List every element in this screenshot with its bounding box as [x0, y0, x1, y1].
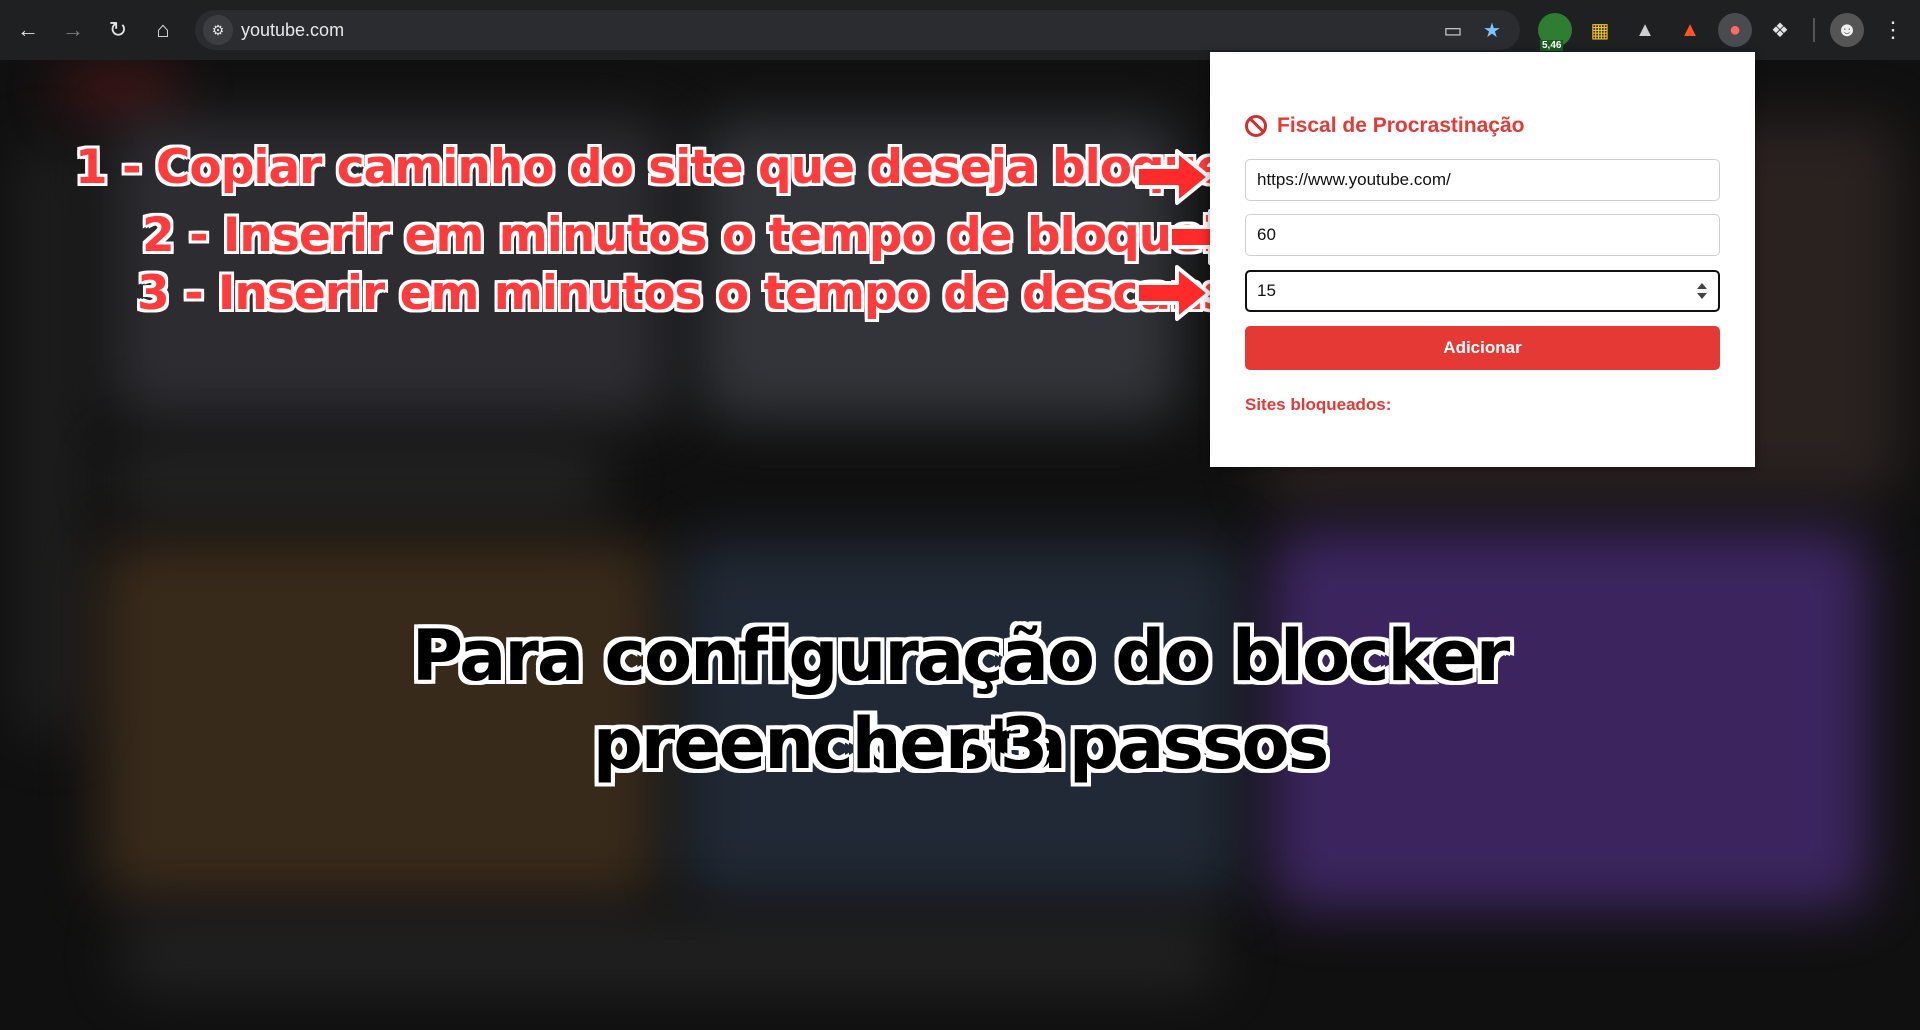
home-icon[interactable]: ⌂ [145, 12, 181, 48]
blurred-sidebar [20, 140, 80, 740]
blurred-video-title [120, 920, 1220, 990]
bookmark-star-icon[interactable]: ★ [1478, 16, 1506, 44]
headline-line-2: preencher 3 passos [592, 703, 1330, 785]
step-3-annotation: 3 - Inserir em minutos o tempo de descan… [137, 266, 1262, 321]
browser-toolbar: ← → ↻ ⌂ ⚙ youtube.com ▭ ★ 5,46 ▦ ▲ ▲ ● ❖… [0, 0, 1920, 60]
arrow-right-icon [1135, 265, 1211, 321]
block-minutes-input[interactable]: 60 [1245, 214, 1720, 256]
url-text[interactable]: youtube.com [241, 20, 344, 41]
toolbar-divider [1813, 18, 1815, 42]
blocked-sites-label: Sites bloqueados: [1245, 395, 1392, 414]
extension-a-icon[interactable]: ▲ [1628, 13, 1662, 47]
extension-procrastination-icon[interactable]: ● [1718, 13, 1752, 47]
forward-arrow-icon[interactable]: → [55, 12, 91, 48]
step-2-annotation: 2 - Inserir em minutos o tempo de bloque… [142, 208, 1249, 263]
install-app-icon[interactable]: ▭ [1439, 16, 1467, 44]
menu-kebab-icon[interactable]: ⋮ [1876, 13, 1910, 47]
extension-weather-icon[interactable]: 5,46 [1538, 13, 1572, 51]
popup-title: Fiscal de Procrastinação [1245, 114, 1524, 138]
extensions-puzzle-icon[interactable]: ❖ [1763, 13, 1797, 47]
extension-warning-icon[interactable]: ▲ [1673, 13, 1707, 47]
rest-minutes-input[interactable]: 15 [1245, 270, 1720, 312]
prohibited-icon [1245, 115, 1267, 137]
popup-title-text: Fiscal de Procrastinação [1277, 114, 1525, 137]
number-spinner-icon[interactable] [1696, 282, 1708, 300]
blurred-logo [60, 70, 180, 110]
arrow-right-icon [1135, 149, 1211, 205]
extension-card-icon[interactable]: ▦ [1583, 13, 1617, 47]
extension-popup: Fiscal de Procrastinação https://www.you… [1210, 52, 1755, 467]
step-1-annotation: 1 - Copiar caminho do site que deseja bl… [75, 140, 1281, 195]
reload-icon[interactable]: ↻ [100, 12, 136, 48]
extension-badge: 5,46 [1540, 40, 1564, 51]
rest-minutes-value: 15 [1257, 281, 1276, 300]
site-url-input[interactable]: https://www.youtube.com/ [1245, 159, 1720, 201]
add-button[interactable]: Adicionar [1245, 326, 1720, 370]
profile-avatar[interactable]: ☻ [1830, 13, 1864, 47]
blurred-video-title [110, 450, 610, 510]
site-info-icon[interactable]: ⚙ [203, 15, 233, 45]
address-bar[interactable]: ⚙ youtube.com ▭ ★ [195, 10, 1520, 50]
back-arrow-icon[interactable]: ← [10, 12, 46, 48]
